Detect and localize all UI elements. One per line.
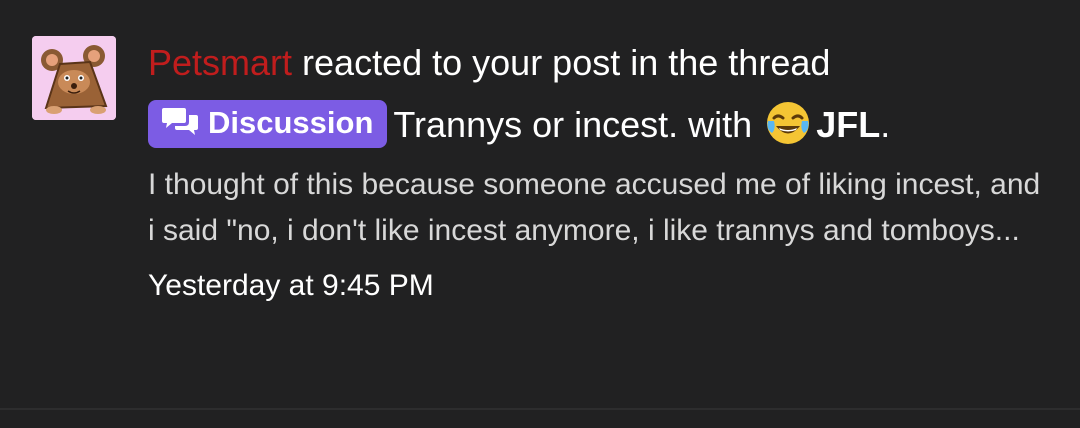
mouse-avatar-icon xyxy=(32,36,116,120)
crying-laughing-emoji-icon xyxy=(767,102,810,145)
post-snippet: I thought of this because someone accuse… xyxy=(148,168,1041,247)
reaction-name: JFL xyxy=(816,104,881,145)
alert-headline: Petsmart reacted to your post in the thr… xyxy=(148,32,1048,156)
prefix-label-text: Discussion xyxy=(208,105,374,141)
avatar[interactable] xyxy=(32,36,116,120)
action-text: reacted to your post in the thread xyxy=(292,42,831,83)
divider xyxy=(0,408,1080,410)
alert-item[interactable]: Petsmart reacted to your post in the thr… xyxy=(0,0,1080,408)
thread-title-link[interactable]: Trannys or incest. xyxy=(393,104,678,145)
discussion-prefix-label[interactable]: Discussion xyxy=(148,100,388,149)
alert-timestamp[interactable]: Yesterday at 9:45 PM xyxy=(148,266,1048,306)
with-text: with xyxy=(678,104,763,145)
end-punct: . xyxy=(880,104,891,145)
alert-content: Petsmart reacted to your post in the thr… xyxy=(148,32,1048,306)
username-link[interactable]: Petsmart xyxy=(148,42,292,83)
comments-icon xyxy=(162,108,198,136)
